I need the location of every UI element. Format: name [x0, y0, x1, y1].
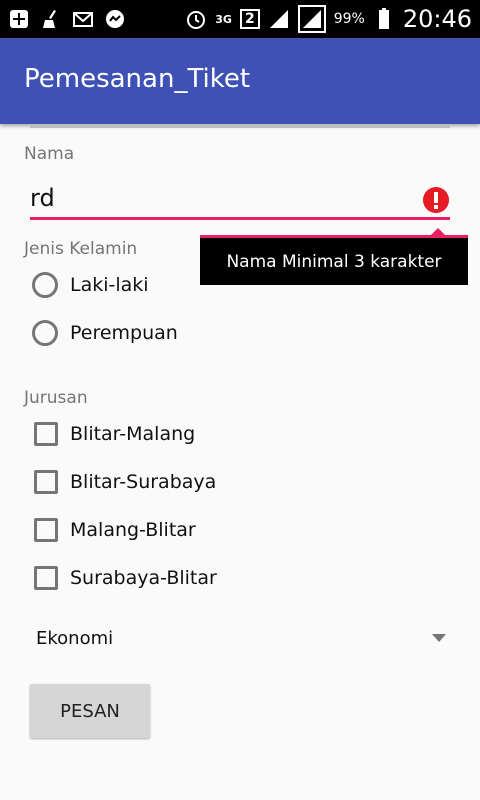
scroll-edge-divider	[30, 124, 450, 128]
battery-icon	[373, 8, 395, 30]
checkbox-label: Surabaya-Blitar	[70, 567, 217, 589]
alarm-icon	[185, 8, 207, 30]
dropdown-arrow-icon	[432, 634, 446, 642]
checkbox-malang-blitar[interactable]: Malang-Blitar	[34, 518, 196, 542]
name-field-underline	[30, 217, 450, 220]
class-spinner[interactable]: Ekonomi	[36, 624, 450, 656]
checkbox-blitar-malang[interactable]: Blitar-Malang	[34, 422, 195, 446]
radio-label: Laki-laki	[70, 274, 149, 296]
battery-percent: 99%	[333, 11, 365, 27]
checkbox-icon	[34, 566, 58, 590]
error-icon	[422, 186, 450, 214]
mail-icon	[72, 8, 94, 30]
clock: 20:46	[402, 5, 472, 33]
plus-box-icon	[8, 8, 30, 30]
radio-circle-icon	[32, 272, 58, 298]
checkbox-label: Blitar-Surabaya	[70, 471, 217, 493]
checkbox-label: Blitar-Malang	[70, 423, 196, 445]
signal-icon	[297, 5, 326, 33]
radio-circle-icon	[32, 320, 58, 346]
checkbox-blitar-surabaya[interactable]: Blitar-Surabaya	[34, 470, 216, 494]
page-title: Pemesanan_Tiket	[24, 64, 251, 94]
name-field[interactable]: rd	[30, 176, 450, 222]
class-spinner-value: Ekonomi	[36, 628, 114, 649]
checkbox-label: Malang-Blitar	[70, 519, 196, 541]
checkbox-icon	[34, 518, 58, 542]
checkbox-surabaya-blitar[interactable]: Surabaya-Blitar	[34, 566, 217, 590]
radio-perempuan[interactable]: Perempuan	[32, 320, 178, 346]
signal-icon	[268, 8, 290, 30]
pesan-button[interactable]: PESAN	[30, 684, 150, 738]
error-tooltip: Nama Minimal 3 karakter	[200, 235, 468, 285]
gender-label: Jenis Kelamin	[24, 239, 138, 259]
name-label: Nama	[24, 144, 75, 164]
status-bar: 3G 2 99% 20:46	[0, 0, 480, 38]
network-3g-icon: 3G	[215, 12, 232, 26]
route-label: Jurusan	[24, 388, 88, 408]
messenger-icon	[104, 8, 126, 30]
radio-laki-laki[interactable]: Laki-laki	[32, 272, 149, 298]
name-field-value: rd	[30, 184, 55, 212]
sim2-icon: 2	[239, 9, 260, 29]
checkbox-icon	[34, 470, 58, 494]
checkbox-icon	[34, 422, 58, 446]
broom-icon	[40, 8, 62, 30]
app-bar: Pemesanan_Tiket	[0, 38, 480, 124]
radio-label: Perempuan	[70, 322, 178, 344]
